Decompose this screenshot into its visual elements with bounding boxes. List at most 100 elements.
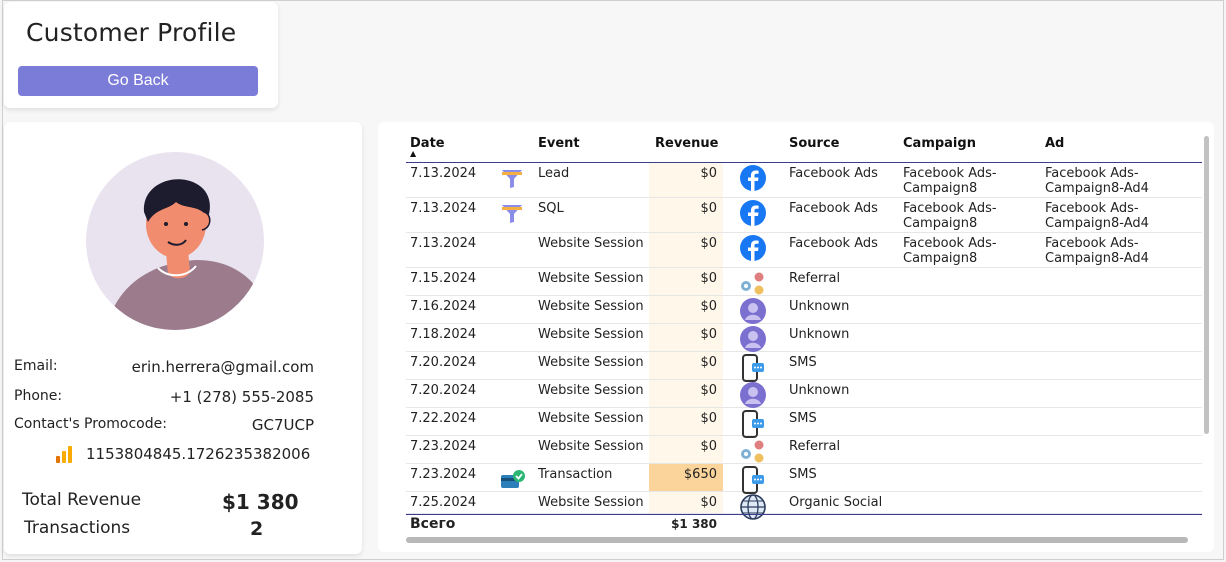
cell-revenue: $0 bbox=[700, 201, 717, 216]
cell-date: 7.23.2024 bbox=[410, 467, 477, 482]
avatar bbox=[86, 152, 264, 330]
cell-ad: Facebook Ads- Campaign8-Ad4 bbox=[1045, 201, 1149, 231]
person-avatar-icon bbox=[106, 179, 264, 330]
column-header-event[interactable]: Event bbox=[538, 136, 580, 151]
cell-source: Unknown bbox=[789, 383, 850, 398]
cell-event: Transaction bbox=[538, 467, 613, 482]
cell-event: Website Session bbox=[538, 355, 644, 370]
cell-date: 7.13.2024 bbox=[410, 236, 477, 251]
column-header-ad[interactable]: Ad bbox=[1045, 136, 1064, 151]
cell-date: 7.13.2024 bbox=[410, 166, 477, 181]
funnel-icon bbox=[500, 201, 524, 229]
cell-date: 7.25.2024 bbox=[410, 495, 477, 510]
cell-revenue: $0 bbox=[700, 495, 717, 510]
client-id-value: 1153804845.1726235382006 bbox=[86, 445, 311, 463]
client-id-row: 1153804845.1726235382006 bbox=[54, 444, 310, 464]
table-row[interactable]: 7.16.2024 Website Session $0 Unknown bbox=[406, 296, 1202, 324]
cell-event: Website Session bbox=[538, 495, 644, 510]
cell-source: Facebook Ads bbox=[789, 236, 878, 251]
cell-event: Lead bbox=[538, 166, 570, 181]
cell-event: Website Session bbox=[538, 411, 644, 426]
table-total-label: Всего bbox=[410, 516, 456, 532]
cell-event: Website Session bbox=[538, 327, 644, 342]
cell-revenue: $0 bbox=[700, 327, 717, 342]
header-card: Customer Profile Go Back bbox=[4, 2, 278, 108]
table-row[interactable]: 7.13.2024 Website Session $0 Facebook Ads Fa… bbox=[406, 233, 1202, 268]
cell-source: Unknown bbox=[789, 327, 850, 342]
table-row[interactable]: 7.23.2024 Website Session $0 Referral bbox=[406, 436, 1202, 464]
cell-date: 7.20.2024 bbox=[410, 355, 477, 370]
table-row[interactable]: 7.22.2024 Website Session $0 SMS bbox=[406, 408, 1202, 438]
cell-revenue: $0 bbox=[700, 236, 717, 251]
globe-icon bbox=[740, 494, 766, 524]
cell-source: SMS bbox=[789, 355, 817, 370]
horizontal-scrollbar[interactable] bbox=[406, 537, 1188, 543]
table-row[interactable]: 7.18.2024 Website Session $0 Unknown bbox=[406, 324, 1202, 352]
column-header-campaign[interactable]: Campaign bbox=[903, 136, 976, 151]
table-row[interactable]: 7.23.2024 Transaction $650 SMS bbox=[406, 464, 1202, 494]
cell-revenue: $650 bbox=[649, 464, 723, 491]
go-back-button[interactable]: Go Back bbox=[18, 66, 258, 96]
transactions-label: Transactions bbox=[24, 518, 131, 538]
cell-event: Website Session bbox=[538, 299, 644, 314]
cell-revenue: $0 bbox=[700, 271, 717, 286]
cell-date: 7.15.2024 bbox=[410, 271, 477, 286]
email-label: Email: bbox=[14, 358, 58, 374]
cell-date: 7.13.2024 bbox=[410, 201, 477, 216]
cell-revenue: $0 bbox=[700, 166, 717, 181]
cell-campaign: Facebook Ads- Campaign8 bbox=[903, 236, 997, 266]
cell-event: Website Session bbox=[538, 271, 644, 286]
cell-date: 7.20.2024 bbox=[410, 383, 477, 398]
facebook-icon bbox=[740, 200, 766, 230]
cell-campaign: Facebook Ads- Campaign8 bbox=[903, 201, 997, 231]
table-row[interactable]: 7.13.2024 SQL $0 Facebook Ads Facebook Ads- C… bbox=[406, 198, 1202, 233]
cell-date: 7.18.2024 bbox=[410, 327, 477, 342]
transactions-value: 2 bbox=[250, 518, 264, 540]
table-row[interactable]: 7.20.2024 Website Session $0 Unknown bbox=[406, 380, 1202, 408]
analytics-icon bbox=[56, 446, 72, 463]
total-revenue-value: $1 380 bbox=[222, 490, 299, 514]
cell-revenue: $0 bbox=[700, 383, 717, 398]
cell-source: Referral bbox=[789, 271, 841, 286]
column-header-source[interactable]: Source bbox=[789, 136, 839, 151]
profile-card: Email: erin.herrera@gmail.com Phone: +1 … bbox=[4, 122, 362, 554]
cell-source: SMS bbox=[789, 467, 817, 482]
table-total-revenue: $1 380 bbox=[671, 517, 717, 531]
cell-source: Facebook Ads bbox=[789, 166, 878, 181]
cell-revenue: $0 bbox=[700, 411, 717, 426]
total-revenue-label: Total Revenue bbox=[22, 490, 142, 510]
cell-event: Website Session bbox=[538, 439, 644, 454]
vertical-scrollbar[interactable] bbox=[1204, 136, 1209, 434]
cell-source: Unknown bbox=[789, 299, 850, 314]
column-header-date[interactable]: Date ▲ bbox=[410, 136, 445, 158]
total-divider bbox=[406, 514, 1202, 515]
card-check-icon bbox=[500, 468, 526, 494]
facebook-icon bbox=[740, 165, 766, 195]
cell-revenue: $0 bbox=[700, 355, 717, 370]
phone-value: +1 (278) 555-2085 bbox=[169, 388, 314, 406]
phone-label: Phone: bbox=[14, 388, 63, 404]
table-row[interactable]: 7.13.2024 Lead $0 Facebook Ads Facebook Ads-… bbox=[406, 163, 1202, 198]
cell-event: SQL bbox=[538, 201, 564, 216]
sort-ascending-icon: ▲ bbox=[410, 149, 417, 158]
cell-campaign: Facebook Ads- Campaign8 bbox=[903, 166, 997, 196]
cell-source: Referral bbox=[789, 439, 841, 454]
table-row[interactable]: 7.15.2024 Website Session $0 Referral bbox=[406, 268, 1202, 296]
cell-date: 7.23.2024 bbox=[410, 439, 477, 454]
cell-source: Facebook Ads bbox=[789, 201, 878, 216]
cell-source: Organic Social bbox=[789, 495, 883, 510]
cell-ad: Facebook Ads- Campaign8-Ad4 bbox=[1045, 166, 1149, 196]
cell-ad: Facebook Ads- Campaign8-Ad4 bbox=[1045, 236, 1149, 266]
events-table: Date ▲ Event Revenue Source Campaign Ad … bbox=[378, 122, 1214, 552]
promocode-label: Contact's Promocode: bbox=[14, 416, 167, 432]
cell-source: SMS bbox=[789, 411, 817, 426]
column-header-revenue[interactable]: Revenue bbox=[655, 136, 718, 151]
table-row[interactable]: 7.20.2024 Website Session $0 SMS bbox=[406, 352, 1202, 382]
cell-revenue: $0 bbox=[700, 439, 717, 454]
cell-event: Website Session bbox=[538, 236, 644, 251]
cell-revenue: $0 bbox=[700, 299, 717, 314]
table-row[interactable]: 7.25.2024 Website Session $0 Organic Social bbox=[406, 492, 1202, 520]
cell-date: 7.16.2024 bbox=[410, 299, 477, 314]
cell-date: 7.22.2024 bbox=[410, 411, 477, 426]
promocode-value: GC7UCP bbox=[251, 416, 314, 434]
